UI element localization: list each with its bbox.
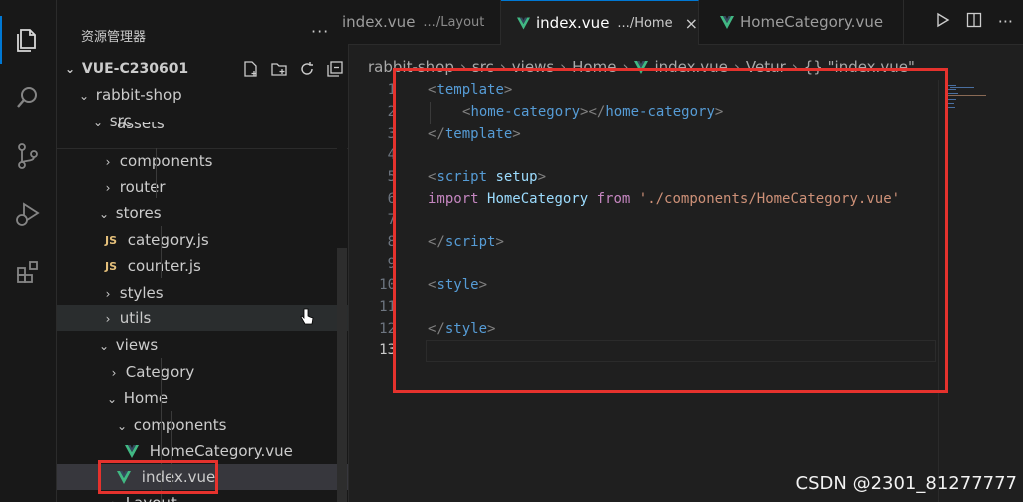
line-number: 13 (379, 342, 396, 358)
indent-guide (156, 148, 157, 198)
vue-file-icon (517, 16, 530, 30)
line-number: 5 (387, 169, 396, 185)
chevron-down-icon: ⌄ (78, 88, 90, 103)
folder-category[interactable]: › Category (57, 359, 348, 385)
chevron-right-icon: › (105, 286, 111, 301)
file-category-js[interactable]: JS category.js (57, 227, 348, 253)
line-number: 9 (387, 256, 396, 272)
minimap[interactable] (944, 84, 1004, 114)
source-control-icon[interactable] (0, 132, 56, 180)
tab-home-index[interactable]: index.vue .../Home × (501, 0, 699, 45)
line-number: 6 (387, 191, 396, 207)
explorer-title: 资源管理器 (81, 30, 147, 45)
tab-homecategory[interactable]: HomeCategory.vue (700, 0, 904, 44)
more-actions-button[interactable]: ··· (998, 12, 1013, 31)
explorer-more-button[interactable]: ··· (311, 22, 329, 41)
folder-rabbit-shop[interactable]: ⌄ rabbit-shop (57, 82, 348, 108)
chevron-right-icon: › (111, 365, 117, 380)
run-icon[interactable] (934, 12, 950, 28)
collapse-all-icon[interactable] (326, 60, 344, 78)
folder-views[interactable]: ⌄ views (57, 332, 348, 358)
folder-components[interactable]: › components (57, 148, 348, 174)
explorer-scrollbar[interactable] (337, 248, 347, 502)
chevron-down-icon: ⌄ (64, 62, 76, 76)
line-number: 2 (387, 104, 396, 120)
explorer-actions (242, 56, 344, 82)
refresh-icon[interactable] (298, 60, 316, 78)
split-editor-icon[interactable] (966, 12, 982, 28)
line-number: 8 (387, 234, 396, 250)
workspace-root[interactable]: ⌄ VUE-C230601 (57, 56, 348, 82)
vue-file-icon (720, 15, 734, 29)
chevron-down-icon: ⌄ (116, 418, 128, 433)
line-number: 10 (379, 277, 396, 293)
js-file-icon: JS (105, 233, 118, 247)
activity-bar (0, 0, 57, 502)
editor-tab-bar: index.vue .../Layout index.vue .../Home … (342, 0, 1023, 45)
editor-actions: ··· (934, 12, 1013, 31)
new-folder-icon[interactable] (270, 60, 288, 78)
chevron-right-icon: › (105, 154, 111, 169)
folder-home-components[interactable]: ⌄ components (57, 412, 348, 438)
chevron-right-icon: › (105, 311, 111, 326)
workspace-root-label: VUE-C230601 (81, 61, 189, 77)
file-highlight-annotation (98, 460, 218, 494)
js-file-icon: JS (105, 259, 118, 273)
line-number: 1 (387, 82, 396, 98)
vue-file-icon (125, 445, 139, 458)
watermark: CSDN @2301_81277777 (795, 473, 1017, 494)
new-file-icon[interactable] (242, 60, 260, 78)
indent-guide (161, 226, 162, 278)
line-number: 7 (387, 212, 396, 228)
explorer-sidebar: 资源管理器 ··· ⌄ VUE-C230601 ⌄ rabbit-shop ⌄ … (57, 0, 349, 502)
sticky-scroll-shadow (57, 135, 348, 149)
folder-stores[interactable]: ⌄ stores (57, 200, 348, 226)
explorer-icon[interactable] (0, 16, 56, 64)
chevron-down-icon: ⌄ (98, 338, 110, 353)
line-number: 12 (379, 321, 396, 337)
search-icon[interactable] (0, 74, 56, 122)
folder-router[interactable]: › router (57, 174, 348, 200)
line-number: 3 (387, 126, 396, 142)
run-debug-icon[interactable] (0, 190, 56, 238)
folder-styles[interactable]: › styles (57, 280, 348, 306)
chevron-down-icon: ⌄ (98, 206, 110, 221)
line-number: 4 (387, 147, 396, 163)
folder-home[interactable]: ⌄ Home (57, 385, 348, 411)
cursor-hand-icon (300, 308, 314, 325)
chevron-right-icon: › (105, 180, 111, 195)
line-number: 11 (379, 299, 396, 315)
file-counter-js[interactable]: JS counter.js (57, 253, 348, 279)
tab-close-icon[interactable]: × (685, 14, 698, 33)
code-highlight-annotation (393, 68, 948, 393)
chevron-down-icon: ⌄ (106, 391, 118, 406)
extensions-icon[interactable] (0, 248, 56, 296)
tab-layout-index[interactable]: index.vue .../Layout (342, 0, 501, 44)
